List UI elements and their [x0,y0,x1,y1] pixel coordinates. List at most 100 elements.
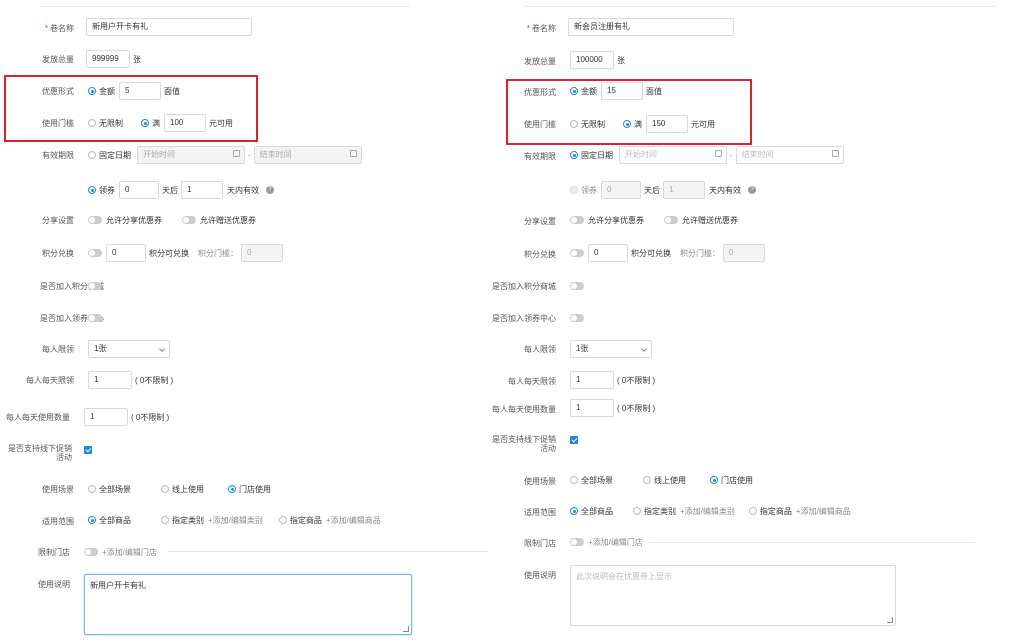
points-toggle[interactable] [570,249,584,257]
desc-textarea[interactable]: 新用户开卡有礼 [84,574,412,635]
calendar-icon [349,150,357,157]
points-input[interactable]: 0 [588,244,628,262]
scene-all-radio[interactable]: 全部场景 [570,475,613,486]
scene-online-radio[interactable]: 线上使用 [161,484,204,495]
range-category-link[interactable]: +添加/编辑类别 [208,515,263,526]
share-gift-toggle[interactable] [182,216,196,224]
coupon-name-input[interactable]: 新会员注册有礼 [568,18,734,36]
coupon-name-label: * 卷名称 [526,24,556,33]
desc-label: 使用说明 [524,571,556,580]
share-gift-toggle[interactable] [664,216,678,224]
discount-amount-input[interactable]: 5 [119,82,161,100]
per-person-select[interactable]: 1张 [88,340,170,358]
range-all-radio[interactable]: 全部商品 [570,506,613,517]
validity-label: 有效期限 [524,152,556,161]
threshold-none-radio[interactable]: 无限制 [88,118,123,129]
store-divider [168,551,488,552]
points-threshold-input[interactable]: 0 [241,244,283,262]
range-goods-link[interactable]: +添加/编辑商品 [796,506,851,517]
per-day-use-input[interactable]: 1 [84,408,128,426]
threshold-label: 使用门槛 [524,120,556,129]
points-mall-toggle[interactable] [88,282,102,290]
scene-store-radio[interactable]: 门店使用 [228,484,271,495]
threshold-full-radio[interactable]: 满 [623,119,642,130]
validity-valid-days-unit: 天内有效 [227,185,259,195]
range-category-radio[interactable]: 指定类别 [633,506,676,517]
validity-claim-radio[interactable]: 领券 [88,185,115,196]
coupon-name-input[interactable]: 新用户开卡有礼 [86,18,252,36]
scene-store-radio[interactable]: 门店使用 [710,475,753,486]
validity-label: 有效期限 [42,151,74,160]
help-icon[interactable]: ? [266,186,274,194]
help-icon[interactable]: ? [748,186,756,194]
per-person-select[interactable]: 1张 [570,340,652,358]
share-allow-toggle[interactable] [570,216,584,224]
store-label: 限制门店 [524,539,556,548]
coupon-center-toggle[interactable] [570,314,584,322]
validity-valid-days-input[interactable]: 1 [181,181,223,199]
store-toggle[interactable] [84,548,98,556]
share-allow-toggle[interactable] [88,216,102,224]
validity-days-after: 天后 [162,185,178,195]
points-threshold-label: 积分门槛： [680,248,720,258]
points-threshold-input[interactable]: 0 [723,244,765,262]
discount-amount-input[interactable]: 15 [601,82,643,100]
top-divider [524,6,996,7]
per-day-label: 每人每天限领 [508,377,556,386]
per-day-use-input[interactable]: 1 [570,399,614,417]
discount-amount-radio[interactable]: 金额 [88,86,115,97]
threshold-full-input[interactable]: 150 [646,115,688,133]
total-unit: 张 [133,54,141,64]
coupon-center-toggle[interactable] [88,314,102,322]
discount-label: 优惠形式 [42,87,74,96]
validity-claim-radio[interactable]: 领券 [570,185,597,196]
total-input[interactable]: 100000 [570,51,614,69]
validity-claim-days-input[interactable]: 0 [119,181,159,199]
total-input[interactable]: 999999 [86,50,130,68]
threshold-full-input[interactable]: 100 [164,114,206,132]
validity-end-input[interactable]: 结束时间 [735,146,844,164]
validity-valid-days-input[interactable]: 1 [663,181,705,199]
per-day-input[interactable]: 1 [570,371,614,389]
range-label: 适用范围 [524,508,556,517]
desc-textarea[interactable]: 此次说明会在优惠券上显示 [570,565,896,626]
scene-online-radio[interactable]: 线上使用 [643,475,686,486]
range-goods-radio[interactable]: 指定商品 [748,506,792,517]
scene-all-radio[interactable]: 全部场景 [88,484,131,495]
discount-amount-radio[interactable]: 金额 [570,86,597,97]
range-category-radio[interactable]: 指定类别 [161,515,204,526]
range-category-link[interactable]: +添加/编辑类别 [680,506,735,517]
resize-grip-icon[interactable] [403,626,409,632]
per-day-label: 每人每天限领 [26,376,74,385]
range-all-radio[interactable]: 全部商品 [88,515,131,526]
per-day-use-label: 每人每天使用数量 [492,405,556,414]
points-input[interactable]: 0 [106,244,146,262]
store-link[interactable]: +添加/编辑门店 [102,547,157,558]
threshold-full-radio[interactable]: 满 [141,118,160,129]
share-allow-text: 允许分享优惠券 [106,215,162,225]
validity-start-input[interactable]: 开始时间 [619,146,727,164]
threshold-none-radio[interactable]: 无限制 [570,119,605,130]
points-toggle[interactable] [88,249,102,257]
store-toggle[interactable] [570,538,584,546]
resize-grip-icon[interactable] [887,617,893,623]
total-label: 发放总量 [524,57,556,66]
range-goods-radio[interactable]: 指定商品 [278,515,322,526]
range-label: 适用范围 [42,517,74,526]
checkbox-checked-icon[interactable] [84,446,92,454]
checkbox-checked-icon[interactable] [570,436,578,444]
per-day-use-note: ( 0不限制 ) [131,412,170,422]
offline-label: 是否支持线下促销 活动 [8,444,72,462]
validity-fixed-radio[interactable]: 固定日期 [570,150,613,161]
points-threshold-label: 积分门槛： [198,248,238,258]
validity-claim-days-input[interactable]: 0 [601,181,641,199]
validity-end-input[interactable]: 结束时间 [253,146,362,164]
range-goods-link[interactable]: +添加/编辑商品 [326,515,381,526]
validity-fixed-radio[interactable]: 固定日期 [88,150,131,161]
points-mall-toggle[interactable] [570,282,584,290]
share-allow-text: 允许分享优惠券 [588,215,644,225]
store-link[interactable]: +添加/编辑门店 [588,537,643,548]
validity-start-input[interactable]: 开始时间 [137,146,245,164]
threshold-full-unit: 元可用 [691,119,715,129]
per-day-input[interactable]: 1 [88,371,132,389]
